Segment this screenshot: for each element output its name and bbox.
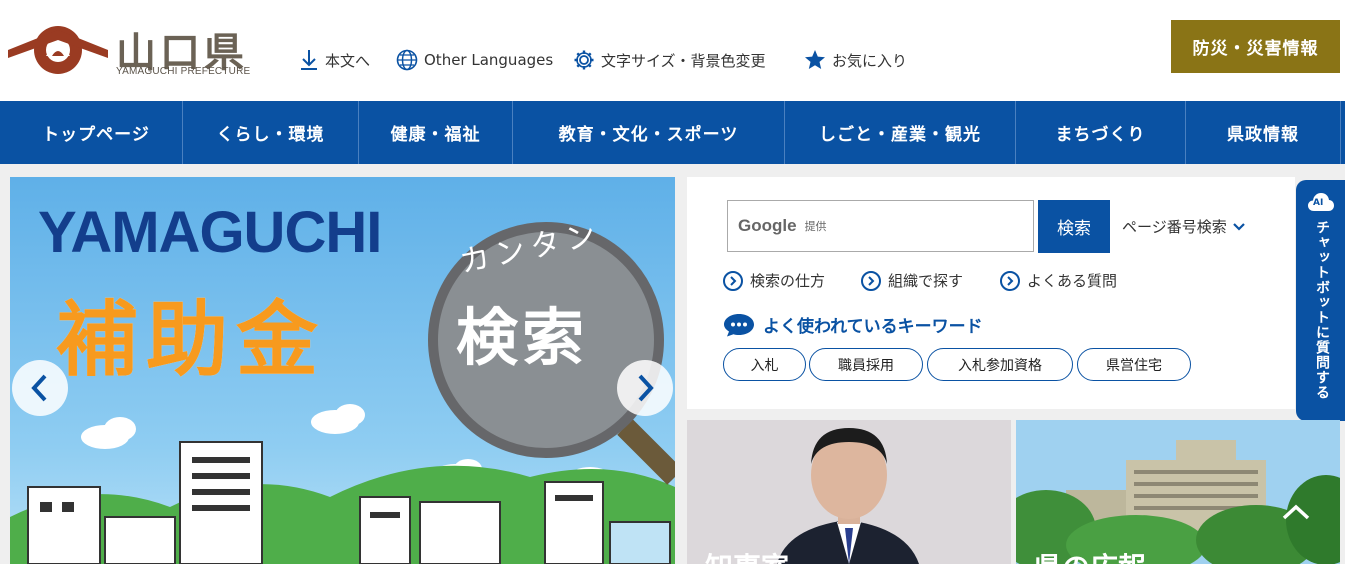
circle-chevron-icon xyxy=(1000,270,1020,291)
banner-title: YAMAGUCHI xyxy=(38,200,382,265)
download-arrow-icon xyxy=(301,50,317,70)
other-languages-link[interactable]: Other Languages xyxy=(396,49,553,71)
site-header: 山口県 YAMAGUCHI PREFECTURE 本文へ Other Langu… xyxy=(0,0,1345,101)
slider-prev-button[interactable] xyxy=(12,360,68,416)
chevron-down-icon xyxy=(1232,222,1245,231)
globe-icon xyxy=(396,49,418,71)
favorites-link[interactable]: お気に入り xyxy=(804,49,907,71)
slider-next-button[interactable] xyxy=(617,360,673,416)
search-input[interactable]: Google 提供 xyxy=(727,200,1034,252)
text-size-link[interactable]: 文字サイズ・背景色変更 xyxy=(573,49,766,71)
keyword-tag[interactable]: 入札参加資格 xyxy=(927,348,1073,381)
util-label: お気に入り xyxy=(832,51,908,70)
nav-item-life[interactable]: くらし・環境 xyxy=(183,101,359,164)
keyword-tag[interactable]: 入札 xyxy=(723,348,806,381)
link-label: よくある質問 xyxy=(1027,272,1118,290)
card-label: 知事室 xyxy=(705,546,789,564)
speech-bubble-icon xyxy=(724,313,754,336)
google-logo: Google xyxy=(738,216,797,235)
util-label: Other Languages xyxy=(424,51,554,69)
keywords-heading-text: よく使われているキーワード xyxy=(763,317,983,337)
banner-subtitle: 補助金 xyxy=(56,293,327,388)
star-icon xyxy=(805,50,825,69)
prefecture-emblem-icon xyxy=(8,26,108,74)
ai-badge: AI xyxy=(1313,198,1324,208)
chatbot-label: チャットボットに質問する xyxy=(1314,220,1330,400)
circle-chevron-icon xyxy=(723,270,743,291)
google-provided-label: 提供 xyxy=(804,220,827,233)
disaster-info-button[interactable]: 防災・災害情報 xyxy=(1171,20,1340,73)
search-panel: Google 提供 検索 ページ番号検索 検索の仕方 組織で探す よくある質問 … xyxy=(687,177,1295,409)
nav-item-health[interactable]: 健康・福祉 xyxy=(359,101,513,164)
nav-item-town[interactable]: まちづくり xyxy=(1016,101,1186,164)
chevron-up-icon xyxy=(1282,504,1310,520)
chatbot-tab[interactable]: AI チャットボットに質問する xyxy=(1296,180,1345,421)
util-label: 文字サイズ・背景色変更 xyxy=(601,51,766,70)
chevron-right-icon xyxy=(638,374,654,402)
util-label: 本文へ xyxy=(325,51,371,70)
page-number-search-toggle[interactable]: ページ番号検索 xyxy=(1122,216,1245,237)
gear-icon xyxy=(574,50,594,70)
link-label: 検索の仕方 xyxy=(750,272,826,290)
nav-item-top[interactable]: トップページ xyxy=(10,101,183,164)
nav-item-government[interactable]: 県政情報 xyxy=(1186,101,1341,164)
nav-item-work[interactable]: しごと・産業・観光 xyxy=(785,101,1016,164)
governor-card[interactable]: 知事室 xyxy=(687,420,1011,564)
card-label: 県の広報 xyxy=(1034,546,1146,564)
circle-chevron-icon xyxy=(861,270,881,291)
lens-text: 検索 xyxy=(456,301,589,374)
hero-banner[interactable]: YAMAGUCHI 補助金 カンタン 検索 xyxy=(10,177,675,564)
search-help-link[interactable]: 検索の仕方 xyxy=(723,270,825,291)
page-number-label: ページ番号検索 xyxy=(1122,218,1227,236)
search-button[interactable]: 検索 xyxy=(1038,200,1110,253)
scroll-to-top-button[interactable] xyxy=(1276,492,1316,532)
site-logo[interactable]: 山口県 YAMAGUCHI PREFECTURE xyxy=(8,16,258,80)
search-by-organization-link[interactable]: 組織で探す xyxy=(861,270,963,291)
keyword-tag[interactable]: 職員採用 xyxy=(809,348,923,381)
link-label: 組織で探す xyxy=(888,272,964,290)
governor-photo xyxy=(687,420,1011,564)
global-nav: トップページ くらし・環境 健康・福祉 教育・文化・スポーツ しごと・産業・観光… xyxy=(0,101,1345,164)
popular-keywords-heading: よく使われているキーワード xyxy=(723,312,983,337)
logo-subtitle: YAMAGUCHI PREFECTURE xyxy=(116,66,251,77)
keyword-tag[interactable]: 県営住宅 xyxy=(1077,348,1191,381)
faq-link[interactable]: よくある質問 xyxy=(1000,270,1117,291)
nav-item-education[interactable]: 教育・文化・スポーツ xyxy=(513,101,785,164)
chevron-left-icon xyxy=(31,374,47,402)
skip-to-content-link[interactable]: 本文へ xyxy=(299,49,370,71)
